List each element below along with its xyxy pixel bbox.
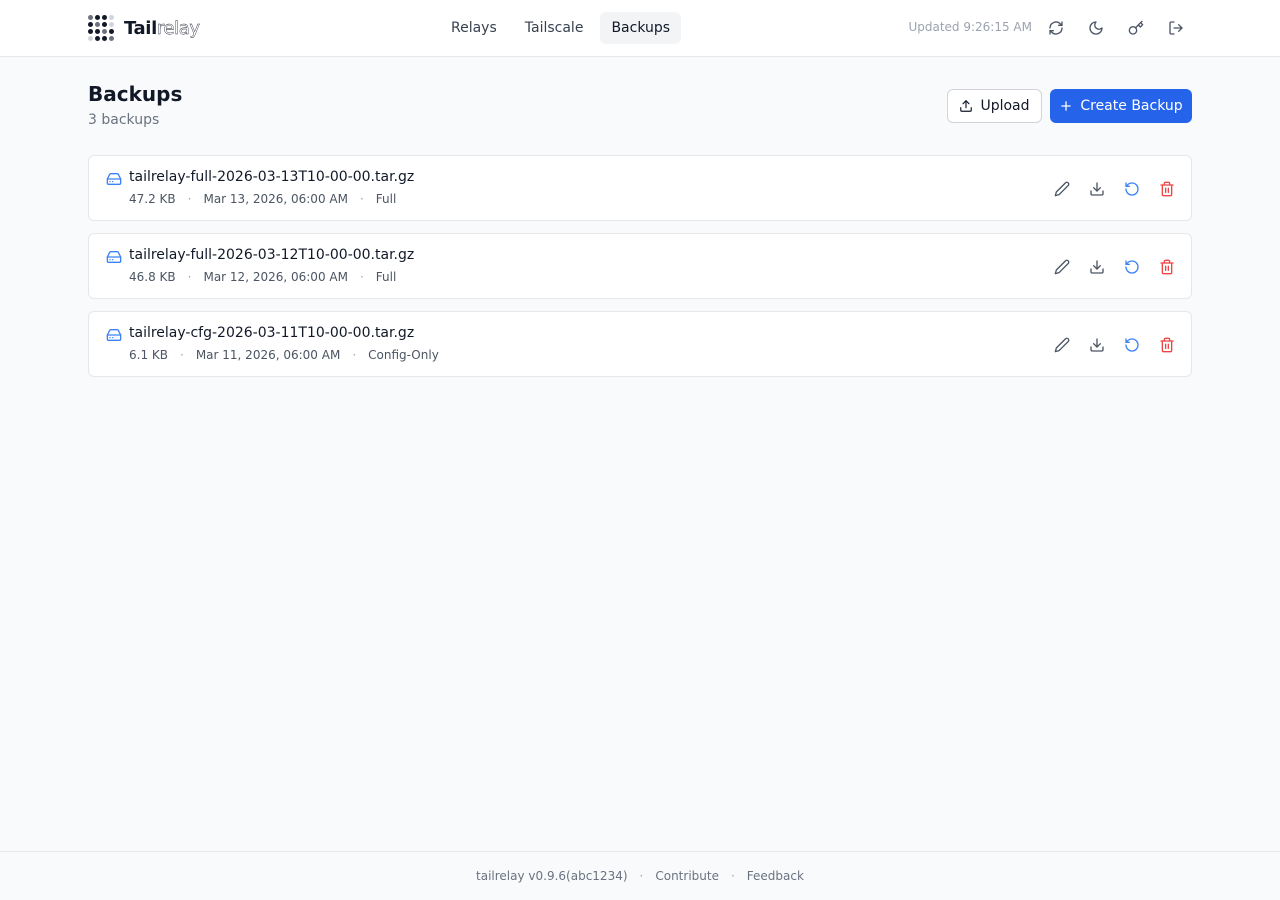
create-backup-button[interactable]: Create Backup [1050,89,1192,123]
last-updated-text: Updated 9:26:15 AM [908,20,1032,34]
backup-filename: tailrelay-full-2026-03-13T10-00-00.tar.g… [129,169,415,185]
restore-button[interactable] [1120,177,1144,201]
restore-button[interactable] [1120,255,1144,279]
hard-drive-icon [106,251,122,263]
footer-separator: · [730,869,735,883]
restore-icon [1125,182,1139,196]
backup-filename: tailrelay-full-2026-03-12T10-00-00.tar.g… [129,247,415,263]
backup-size: 6.1 KB [129,348,168,362]
download-button[interactable] [1085,333,1109,357]
restore-button[interactable] [1120,333,1144,357]
feedback-link[interactable]: Feedback [747,869,804,883]
backup-meta: 46.8 KB · Mar 12, 2026, 06:00 AM · Full [129,270,396,284]
contribute-link[interactable]: Contribute [655,869,719,883]
backup-actions [1050,255,1179,279]
nav-tailscale[interactable]: Tailscale [514,12,595,44]
trash-icon [1160,337,1174,353]
trash-icon [1160,259,1174,275]
backup-row: tailrelay-full-2026-03-13T10-00-00.tar.g… [88,155,1192,221]
rename-button[interactable] [1050,333,1074,357]
rename-button[interactable] [1050,255,1074,279]
upload-button[interactable]: Upload [947,89,1042,123]
backup-count: 3 backups [88,112,160,128]
restore-icon [1125,338,1139,352]
backup-date: Mar 13, 2026, 06:00 AM [203,192,348,206]
download-icon [1090,338,1104,352]
restore-icon [1125,260,1139,274]
pencil-icon [1054,259,1070,275]
header-actions [1040,12,1192,44]
footer-separator: · [639,869,644,883]
backup-filename: tailrelay-cfg-2026-03-11T10-00-00.tar.gz [129,325,415,341]
plus-icon [1061,101,1072,111]
download-button[interactable] [1085,255,1109,279]
brand-name: Tailrelay [124,17,200,39]
main-nav: Relays Tailscale Backups [440,12,682,44]
meta-separator: · [187,192,192,206]
hard-drive-icon [106,173,122,185]
meta-separator: · [352,348,357,362]
backup-type: Full [375,270,397,284]
backup-actions [1050,333,1179,357]
upload-icon [960,100,973,112]
trash-icon [1160,181,1174,197]
create-backup-label: Create Backup [1080,98,1183,114]
backup-type: Full [375,192,397,206]
download-icon [1090,260,1104,274]
nav-relays[interactable]: Relays [440,12,508,44]
delete-button[interactable] [1155,255,1179,279]
hard-drive-icon [106,329,122,341]
backup-actions [1050,177,1179,201]
rename-button[interactable] [1050,177,1074,201]
backup-list: tailrelay-full-2026-03-13T10-00-00.tar.g… [88,155,1192,389]
download-button[interactable] [1085,177,1109,201]
backup-row: tailrelay-cfg-2026-03-11T10-00-00.tar.gz… [88,311,1192,377]
brand-logo[interactable]: Tailrelay [88,14,200,42]
backup-size: 47.2 KB [129,192,176,206]
dot-grid-logo-icon [88,14,116,42]
refresh-icon[interactable] [1040,12,1072,44]
backup-meta: 47.2 KB · Mar 13, 2026, 06:00 AM · Full [129,192,396,206]
pencil-icon [1054,181,1070,197]
meta-separator: · [180,348,184,362]
backup-type: Config-Only [368,348,439,362]
delete-button[interactable] [1155,333,1179,357]
meta-separator: · [359,270,364,284]
nav-backups[interactable]: Backups [600,12,682,44]
backup-meta: 6.1 KB · Mar 11, 2026, 06:00 AM · Config… [129,348,439,362]
upload-label: Upload [980,98,1030,114]
backup-size: 46.8 KB [129,270,176,284]
backup-row: tailrelay-full-2026-03-12T10-00-00.tar.g… [88,233,1192,299]
page-title: Backups [88,82,183,106]
pencil-icon [1054,337,1070,353]
meta-separator: · [359,192,364,206]
moon-icon[interactable] [1080,12,1112,44]
backup-date: Mar 11, 2026, 06:00 AM [195,348,341,362]
delete-button[interactable] [1155,177,1179,201]
meta-separator: · [187,270,192,284]
key-icon[interactable] [1120,12,1152,44]
logout-icon[interactable] [1160,12,1192,44]
download-icon [1090,182,1104,196]
top-header: Tailrelay Relays Tailscale Backups Updat… [0,0,1280,57]
backup-date: Mar 12, 2026, 06:00 AM [203,270,348,284]
page-footer: tailrelay v0.9.6(abc1234) · Contribute ·… [0,851,1280,900]
version-text: tailrelay v0.9.6(abc1234) [476,869,628,883]
